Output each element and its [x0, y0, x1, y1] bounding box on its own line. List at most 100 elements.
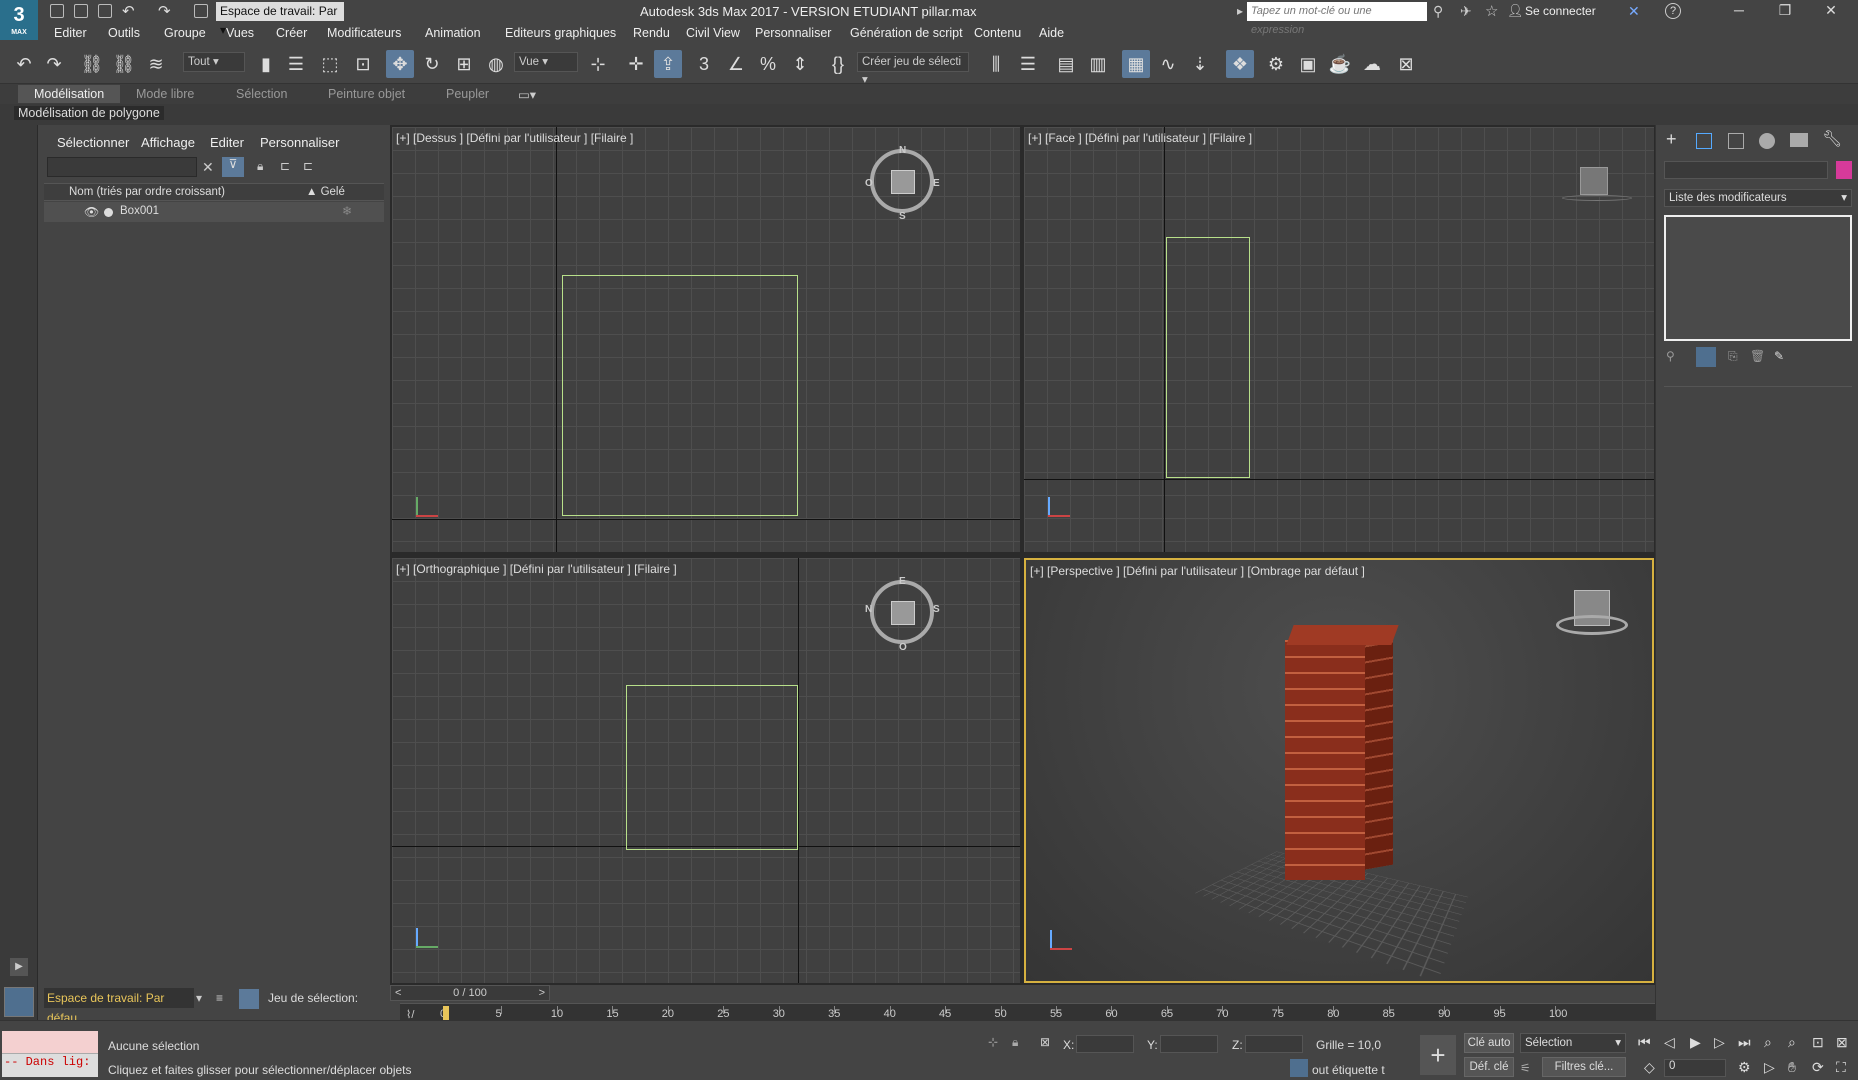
search-input[interactable]: Tapez un mot-clé ou une expression [1247, 2, 1427, 36]
explorer-menu-selectionner[interactable]: Sélectionner [57, 135, 129, 150]
restore-button[interactable]: ❐ [1768, 2, 1802, 22]
selection-lock-icon[interactable]: 🔒︎ [1012, 1035, 1018, 1050]
show-end-result-icon[interactable] [1696, 347, 1716, 367]
lock-icon[interactable]: 🔒︎ [257, 159, 263, 174]
scene-explorer-icon[interactable]: ▤ [1052, 50, 1080, 78]
isolate-selection-icon[interactable]: ⊹ [988, 1035, 998, 1049]
save-icon[interactable] [98, 4, 112, 18]
viewport-top-label[interactable]: [+] [Dessus ] [Défini par l'utilisateur … [396, 131, 633, 145]
table-row[interactable]: 👁︎ Box001 ❄ [44, 202, 384, 222]
maxscript-output[interactable]: -- Dans lig: [4, 1055, 90, 1069]
rendered-frame-window-icon[interactable]: ▣ [1294, 50, 1322, 78]
viewcube[interactable] [1580, 167, 1608, 195]
display-tab-icon[interactable] [1790, 133, 1808, 147]
viewcube-ring[interactable] [1556, 615, 1628, 635]
autodesk-app-icon[interactable]: ✕ [1628, 3, 1640, 20]
viewcube[interactable] [870, 580, 934, 644]
zoom-icon[interactable]: ⌕ [1764, 1034, 1772, 1051]
viewport-front[interactable]: [+] [Face ] [Défini par l'utilisateur ] … [1024, 127, 1654, 552]
bind-space-warp-icon[interactable]: ≋ [142, 50, 170, 78]
explorer-menu-personnaliser[interactable]: Personnaliser [260, 135, 340, 150]
viewcube[interactable] [870, 149, 934, 213]
time-tag-label[interactable]: out étiquette t [1312, 1063, 1385, 1077]
key-filters-icon[interactable]: ⚟ [1520, 1061, 1531, 1075]
viewport-top[interactable]: N S E O [+] [Dessus ] [Défini par l'util… [392, 127, 1020, 552]
menu-generation-script[interactable]: Génération de script [850, 26, 963, 40]
tab-modelisation[interactable]: Modélisation [18, 85, 121, 103]
place-icon[interactable]: ◍ [482, 50, 510, 78]
go-to-end-icon[interactable]: ⏭ [1738, 1034, 1751, 1051]
workspace-dropdown-arrow-icon[interactable]: ▾ [196, 991, 202, 1005]
select-move-icon[interactable]: ✥ [386, 50, 414, 78]
selection-filter-dropdown[interactable]: Tout ▾ [183, 52, 245, 72]
binoculars-icon[interactable]: ⚲ [1433, 3, 1443, 20]
zoom-all-icon[interactable]: ⌕ [1788, 1034, 1796, 1051]
app-logo[interactable]: 3 MAX [0, 0, 38, 40]
spinner-snap-icon[interactable]: ⇕ [786, 50, 814, 78]
menu-animation[interactable]: Animation [425, 26, 481, 40]
viewport-front-label[interactable]: [+] [Face ] [Défini par l'utilisateur ] … [1028, 131, 1252, 145]
named-selection-dropdown[interactable]: Créer jeu de sélecti ▾ [857, 52, 969, 86]
ribbon-toggle-icon[interactable]: ▦ [1122, 50, 1150, 78]
scene-explorer-toggle-icon[interactable] [239, 989, 259, 1009]
set-key-icon[interactable]: + [1420, 1035, 1456, 1075]
new-file-icon[interactable] [50, 4, 64, 18]
render-setup-icon[interactable]: ⚙ [1262, 50, 1290, 78]
motion-tab-icon[interactable] [1759, 133, 1775, 149]
menu-rendu[interactable]: Rendu [633, 26, 670, 40]
time-slider[interactable]: < 0 / 100 > [390, 985, 550, 1001]
time-next-icon[interactable]: > [539, 986, 545, 1000]
viewport-orthographic-label[interactable]: [+] [Orthographique ] [Défini par l'util… [396, 562, 677, 576]
field-of-view-icon[interactable]: ▷ [1764, 1059, 1775, 1076]
x-coordinate-input[interactable] [1076, 1035, 1134, 1053]
column-frozen[interactable]: ▲ Gelé [306, 186, 345, 198]
configure-modifier-sets-icon[interactable]: ✎ [1774, 349, 1784, 363]
play-icon[interactable]: ▶ [1690, 1034, 1701, 1051]
explorer-menu-editer[interactable]: Editer [210, 135, 244, 150]
box-wireframe[interactable] [1166, 237, 1250, 478]
clear-search-icon[interactable]: ✕ [202, 159, 214, 176]
workspace-selector[interactable]: Espace de travail: Par défau [44, 988, 194, 1025]
pin-stack-icon[interactable]: ⚲ [1666, 349, 1675, 363]
modify-tab-icon[interactable] [1696, 133, 1712, 149]
viewport-layouts-icon[interactable] [4, 987, 34, 1017]
percent-snap-icon[interactable]: % [754, 50, 782, 78]
make-unique-icon[interactable]: ⎘ [1728, 349, 1738, 364]
select-by-name-icon[interactable]: ☰ [282, 50, 310, 78]
favorites-star-icon[interactable]: ☆ [1485, 2, 1498, 20]
pivot-center-icon[interactable]: ⊹ [584, 50, 612, 78]
a360-gallery-icon[interactable]: ⊠ [1392, 50, 1420, 78]
search-expand-icon[interactable]: ▸ [1237, 4, 1243, 18]
help-icon[interactable]: ? [1665, 3, 1681, 19]
y-coordinate-input[interactable] [1160, 1035, 1218, 1053]
select-object-icon[interactable]: ▮ [252, 50, 280, 78]
orbit-icon[interactable]: ⟳ [1812, 1059, 1824, 1076]
rectangular-selection-icon[interactable]: ⬚ [316, 50, 344, 78]
zoom-extents-icon[interactable]: ⊡ [1812, 1034, 1824, 1051]
object-name-input[interactable] [1664, 161, 1828, 179]
align-icon[interactable]: ☰ [1014, 50, 1042, 78]
pillar-side-face[interactable] [1365, 632, 1393, 870]
current-frame-input[interactable]: 0 [1664, 1059, 1726, 1077]
edit-named-selection-icon[interactable]: {} [824, 50, 852, 78]
redo-icon[interactable]: ↷ [158, 2, 171, 20]
keyboard-shortcut-override-icon[interactable]: ⇪ [654, 50, 682, 78]
auto-key-button[interactable]: Clé auto [1464, 1033, 1514, 1053]
previous-frame-icon[interactable]: ◁ [1664, 1034, 1675, 1051]
object-color-swatch[interactable] [1836, 161, 1852, 179]
tab-selection[interactable]: Sélection [236, 87, 287, 101]
undo-icon[interactable]: ↶ [122, 2, 135, 20]
viewport-orthographic[interactable]: N S E O [+] [Orthographique ] [Défini pa… [392, 558, 1020, 983]
maxscript-listener[interactable]: -- Dans lig: [2, 1031, 98, 1077]
pan-view-icon[interactable]: ✋︎ [1788, 1059, 1796, 1076]
set-key-button[interactable]: Déf. clé [1464, 1057, 1514, 1077]
menu-contenu[interactable]: Contenu [974, 26, 1021, 40]
menu-modificateurs[interactable]: Modificateurs [327, 26, 401, 40]
viewcube-face[interactable] [891, 170, 915, 194]
modifier-stack[interactable] [1664, 215, 1852, 341]
remove-modifier-icon[interactable]: 🗑︎ [1750, 349, 1765, 363]
freeze-icon[interactable]: ❄ [342, 204, 352, 218]
exchange-icon[interactable]: ✈ [1460, 3, 1472, 20]
maxscript-input[interactable] [2, 1031, 98, 1054]
go-to-start-icon[interactable]: ⏮ [1638, 1034, 1651, 1051]
